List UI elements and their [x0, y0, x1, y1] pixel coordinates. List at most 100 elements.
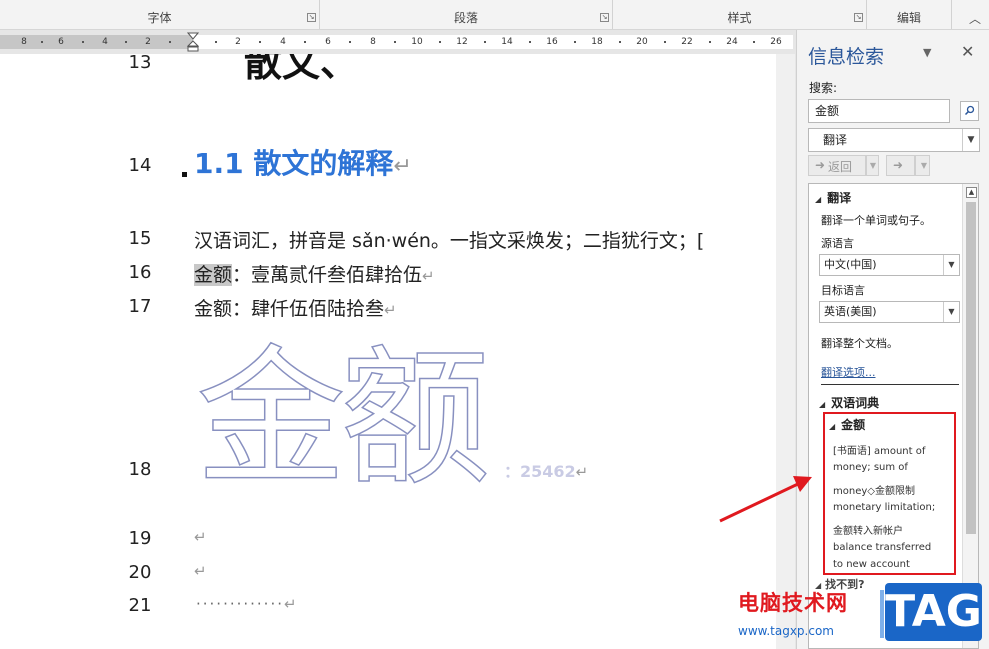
- body-line-16[interactable]: 金额：壹萬贰仟叁佰肆拾伍↵: [194, 260, 435, 287]
- ruler-tick: 2: [235, 37, 241, 47]
- search-label: 搜索:: [809, 81, 838, 95]
- indent-marker-icon[interactable]: [187, 32, 199, 52]
- search-icon: [964, 105, 975, 116]
- collapse-triangle-icon: ◢: [815, 195, 822, 204]
- heading-partial: 散文、: [244, 54, 359, 85]
- entry-header[interactable]: ◢ 金额: [829, 416, 865, 433]
- ribbon-group-font: 字体 ↘: [0, 0, 320, 29]
- selected-text[interactable]: 金额: [194, 264, 233, 286]
- paragraph-dialog-launcher-icon[interactable]: ↘: [600, 13, 609, 22]
- section-divider: [821, 384, 959, 385]
- watermark-url: www.tagxp.com: [738, 624, 834, 638]
- translation-options-link[interactable]: 翻译选项...: [821, 364, 876, 380]
- document-page[interactable]: 13 散文、 14 1.1 散文的解释↵ 15 汉语词汇，拼音是 sǎn·wén…: [0, 54, 776, 649]
- section-heading[interactable]: 1.1 散文的解释↵: [194, 142, 412, 182]
- section-heading-text: 1.1 散文的解释: [194, 147, 394, 180]
- back-arrow-icon: ➜: [815, 158, 826, 172]
- line-number: 15: [128, 228, 152, 249]
- ribbon-group-styles: 样式 ↘: [613, 0, 867, 29]
- definition-line: 金额转入新帐户: [833, 526, 903, 537]
- forward-dropdown-button[interactable]: ▼: [915, 155, 930, 176]
- paragraph-mark-icon: ↵: [393, 154, 412, 179]
- forward-button[interactable]: ➜: [886, 155, 915, 176]
- pane-title: 信息检索: [808, 46, 885, 68]
- paragraph-mark-icon: ↵: [575, 463, 589, 481]
- ruler-margin-left: [0, 35, 193, 49]
- back-button-label: 返回: [828, 160, 853, 174]
- watermark-logo-accent: [880, 590, 884, 638]
- outline-number-text[interactable]: ：25462↵: [504, 458, 588, 482]
- ruler-tick: 26: [770, 37, 782, 47]
- chevron-down-icon: ▼: [943, 255, 959, 275]
- ruler-dot: [664, 41, 666, 43]
- chevron-down-icon: ▼: [962, 129, 979, 151]
- chevron-down-icon: ▼: [869, 161, 876, 170]
- chevron-down-icon: ▼: [943, 302, 959, 322]
- body-line-16-rest: ：壹萬贰仟叁佰肆拾伍: [232, 264, 423, 286]
- ruler-dot: [169, 41, 171, 43]
- paragraph-mark-icon: ↵: [284, 595, 297, 613]
- back-dropdown-button[interactable]: ▼: [866, 155, 879, 176]
- ruler-dot: [439, 41, 441, 43]
- ruler-dot: [709, 41, 711, 43]
- outline-text-large[interactable]: 金额: [195, 333, 491, 505]
- ruler-dot: [215, 41, 217, 43]
- definition-line: [书面语] amount of: [833, 446, 926, 457]
- body-line-15[interactable]: 汉语词汇，拼音是 sǎn·wén。一指文采焕发；二指犹行文；[: [194, 226, 704, 253]
- collapse-ribbon-icon[interactable]: ︿: [969, 10, 981, 27]
- reference-service-value: 翻译: [823, 133, 848, 147]
- document-scrollbar[interactable]: [776, 54, 795, 649]
- research-pane: 信息检索 ▼ ✕ 搜索: 金额 翻译 ▼ ➜ ▼ ➜ ▼ 返回 ◢ 翻译 翻译一…: [796, 30, 989, 649]
- ruler-tick: 20: [636, 37, 648, 47]
- ruler-dot: [259, 41, 261, 43]
- scroll-up-icon[interactable]: ▲: [966, 187, 977, 198]
- research-results[interactable]: ◢ 翻译 翻译一个单词或句子。 源语言 中文(中国) ▼ 目标语言 英语(美国) …: [808, 183, 979, 649]
- line-number: 21: [128, 595, 152, 616]
- dotted-space-line[interactable]: ·············↵: [196, 595, 297, 613]
- pane-options-icon[interactable]: ▼: [923, 46, 931, 59]
- close-icon[interactable]: ✕: [961, 42, 974, 61]
- document-area[interactable]: 13 散文、 14 1.1 散文的解释↵ 15 汉语词汇，拼音是 sǎn·wén…: [0, 54, 795, 649]
- reference-service-select[interactable]: 翻译 ▼: [808, 128, 980, 152]
- translate-description: 翻译一个单词或句子。: [821, 214, 931, 227]
- ruler-dot: [82, 41, 84, 43]
- translate-section-header[interactable]: ◢ 翻译: [815, 189, 851, 206]
- line-number: 14: [128, 155, 152, 176]
- ruler-dot: [529, 41, 531, 43]
- ruler-tick: 8: [370, 37, 376, 47]
- ruler-tick: 4: [280, 37, 286, 47]
- target-language-value: 英语(美国): [824, 305, 877, 318]
- paragraph-mark-icon: ↵: [194, 528, 207, 546]
- font-dialog-launcher-icon[interactable]: ↘: [307, 13, 316, 22]
- chevron-down-icon: ▼: [920, 161, 927, 170]
- source-language-select[interactable]: 中文(中国) ▼: [819, 254, 960, 276]
- ruler-dot: [41, 41, 43, 43]
- results-scrollbar[interactable]: ▲: [962, 184, 978, 648]
- ruler-tick: 4: [102, 37, 108, 47]
- definition-line: to new account: [833, 559, 910, 570]
- dictionary-section-header[interactable]: ◢ 双语词典: [819, 394, 879, 411]
- source-language-value: 中文(中国): [824, 258, 877, 271]
- scrollbar-thumb[interactable]: [966, 202, 976, 534]
- ruler-dot: [349, 41, 351, 43]
- body-line-17-text: 金额：肆仟伍佰陆拾叁: [194, 298, 385, 320]
- line-number: 20: [128, 562, 152, 583]
- translate-section-title: 翻译: [827, 191, 852, 205]
- horizontal-ruler[interactable]: 8 6 4 2 2 4 6 8 10 12 14 16 18 20 22 24 …: [0, 30, 795, 54]
- space-dots: ·············: [196, 595, 284, 613]
- target-language-select[interactable]: 英语(美国) ▼: [819, 301, 960, 323]
- styles-dialog-launcher-icon[interactable]: ↘: [854, 13, 863, 22]
- search-button[interactable]: [960, 101, 979, 121]
- ruler-tick: 18: [591, 37, 603, 47]
- collapse-triangle-icon: ◢: [829, 422, 836, 431]
- ruler-tick: 6: [58, 37, 64, 47]
- definition-line: money; sum of: [833, 462, 908, 473]
- ruler-dot: [753, 41, 755, 43]
- search-input[interactable]: 金额: [808, 99, 950, 123]
- ruler-tick: 10: [411, 37, 423, 47]
- body-line-17[interactable]: 金额：肆仟伍佰陆拾叁↵: [194, 294, 397, 321]
- paragraph-mark-icon: ↵: [384, 301, 397, 319]
- line-number: 19: [128, 528, 152, 549]
- definition-line: monetary limitation;: [833, 502, 936, 513]
- paragraph-mark-icon: ↵: [194, 562, 207, 580]
